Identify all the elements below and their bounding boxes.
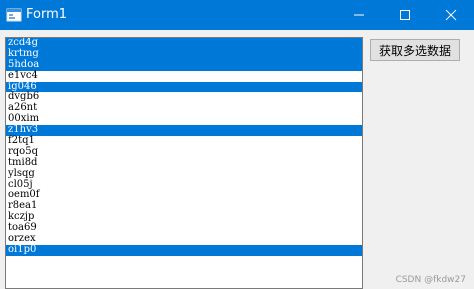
title-bar[interactable]: Form1 <box>0 0 474 30</box>
maximize-icon <box>400 10 410 20</box>
list-item[interactable]: 5hdoa <box>6 59 362 71</box>
list-item[interactable]: kczjp <box>6 211 362 223</box>
list-item[interactable]: toa69 <box>6 222 362 234</box>
list-item[interactable]: ig046 <box>6 81 362 93</box>
list-item[interactable]: oi1p0 <box>6 244 362 256</box>
list-item[interactable]: cl05j <box>6 179 362 191</box>
list-item[interactable]: ylsqg <box>6 168 362 180</box>
list-item[interactable]: 00xim <box>6 113 362 125</box>
close-button[interactable] <box>428 0 474 30</box>
window-title: Form1 <box>26 7 68 22</box>
list-item[interactable]: rqo5q <box>6 146 362 158</box>
list-item[interactable]: z1hv3 <box>6 124 362 137</box>
list-item[interactable]: f2tq1 <box>6 135 362 147</box>
watermark-text: CSDN @fkdw27 <box>395 275 466 285</box>
list-item[interactable]: r8ea1 <box>6 200 362 212</box>
list-item[interactable]: dvgb6 <box>6 92 362 103</box>
list-item[interactable]: orzex <box>6 233 362 245</box>
form-client-area: zcd4g krtmg 5hdoa e1vc4 ig046 dvgb6 a26nt 00xim… <box>0 30 474 289</box>
maximize-button[interactable] <box>382 0 428 30</box>
minimize-button[interactable] <box>336 0 382 30</box>
list-item[interactable]: zcd4g <box>6 38 362 49</box>
list-item[interactable]: e1vc4 <box>6 70 362 82</box>
list-item[interactable]: a26nt <box>6 102 362 114</box>
multi-select-listbox[interactable]: zcd4g krtmg 5hdoa e1vc4 ig046 dvgb6 a26nt 00xim… <box>5 37 363 289</box>
get-selected-data-button[interactable]: 获取多选数据 <box>370 39 460 61</box>
minimize-icon <box>354 14 364 16</box>
close-icon <box>445 9 457 21</box>
list-item[interactable]: tmi8d <box>6 157 362 169</box>
app-icon <box>6 8 22 22</box>
list-item[interactable]: oem0f <box>6 190 362 201</box>
list-item[interactable]: krtmg <box>6 48 362 60</box>
